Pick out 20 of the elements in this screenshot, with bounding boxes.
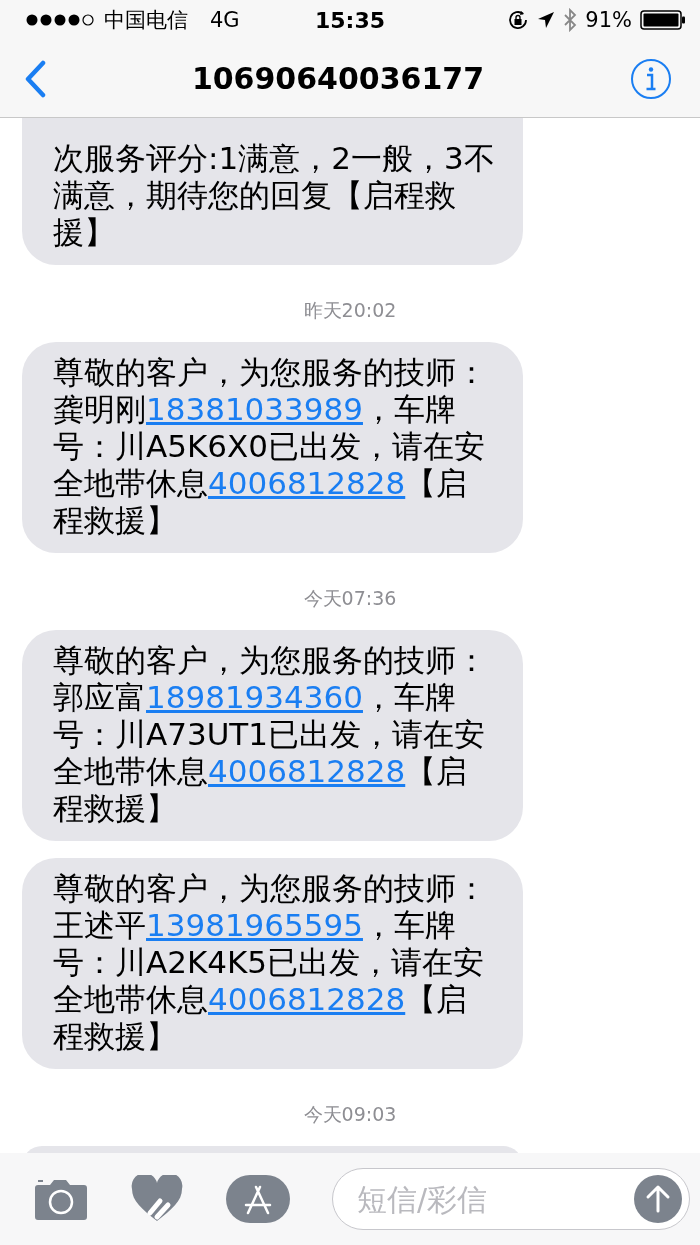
- timestamp: 昨天20:02: [303, 298, 397, 323]
- battery-percent: 91%: [585, 8, 632, 32]
- message-text: 尊敬的客户，为您服务的技师：郭应富 18981934360，车牌号：川A73UT1已出发，请在安全地带休息4006812828【启程救援】: [53, 642, 488, 827]
- contact-title: 10690640036177: [191, 61, 485, 96]
- message-text: 次服务评分:1满意，2一般，3不满意，期待您的回复【启程救援】: [53, 140, 495, 251]
- timestamp: 今天09:03: [303, 1102, 397, 1127]
- phone-link[interactable]: 18981934360: [146, 679, 363, 715]
- carrier-name: 中国电信: [104, 7, 188, 34]
- phone-link[interactable]: 4006812828: [208, 753, 406, 789]
- phone-link[interactable]: 4006812828: [208, 465, 406, 501]
- message-text: 尊敬的客户，为您服务的技师：王述平13981965595，车牌号：川A2K4K5已出发，请在安全地带休息4006812828【启程救援】: [53, 870, 488, 1055]
- network-type: 4G: [210, 8, 240, 32]
- phone-link[interactable]: 13981965595: [146, 907, 363, 943]
- message-text-input[interactable]: 短信/彩信: [355, 1180, 633, 1218]
- clock-time: 15:35: [315, 7, 385, 33]
- timestamp: 今天07:36: [303, 586, 397, 611]
- phone-link[interactable]: 4006812828: [208, 981, 406, 1017]
- message-text: 尊敬的客户，为您服务的技师：龚明刚18381033989，车牌号：川A5K6X0已出发，请在安全地带休息4006812828【启程救援】: [53, 354, 488, 539]
- phone-link[interactable]: 18381033989: [146, 391, 363, 427]
- message-input[interactable]: 短信/彩信: [332, 1168, 690, 1230]
